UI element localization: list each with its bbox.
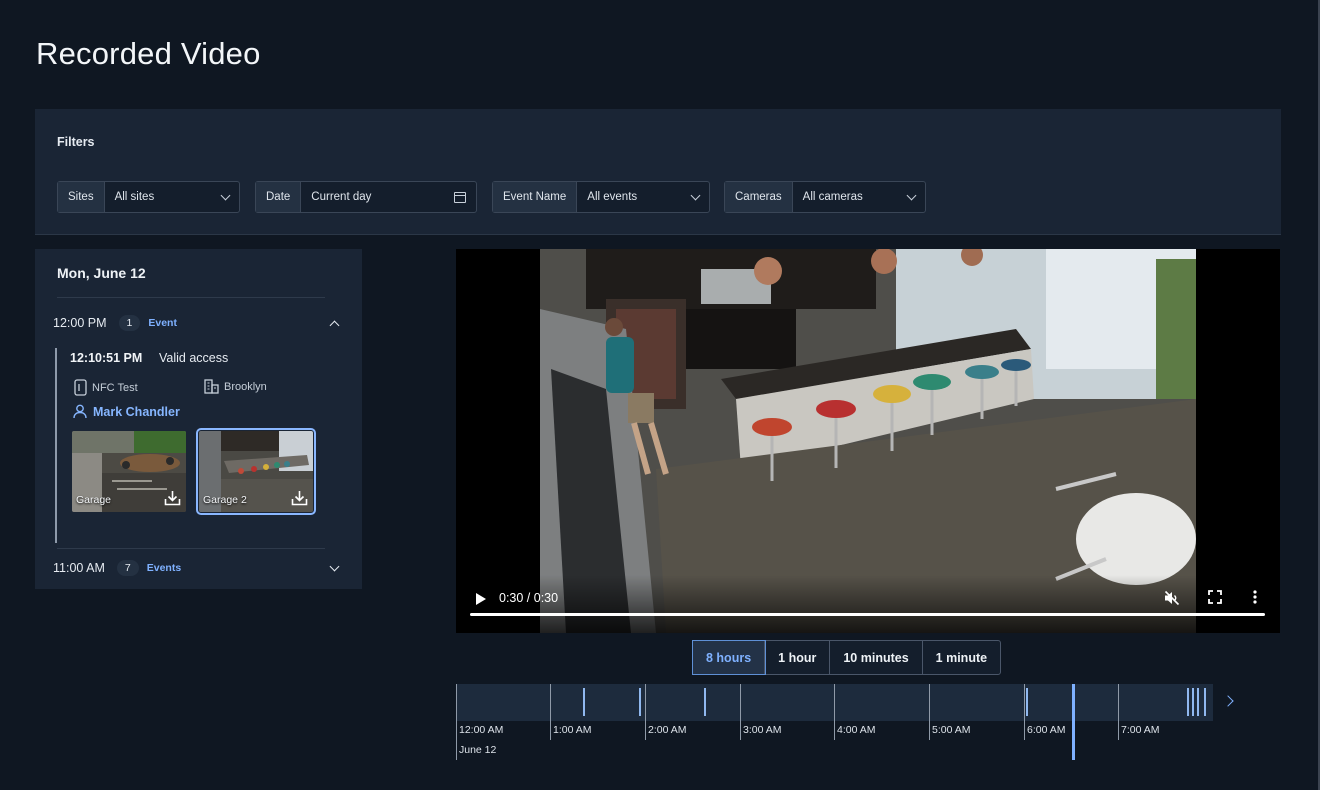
chevron-down-icon[interactable]	[329, 561, 340, 571]
event-device-label: NFC Test	[92, 381, 138, 394]
event-count-unit: Event	[148, 317, 177, 329]
play-icon[interactable]	[475, 592, 487, 606]
camera-thumbnail-label: Garage	[76, 494, 112, 506]
calendar-icon[interactable]	[454, 191, 466, 203]
timeline-tick-label: 5:00 AM	[932, 724, 971, 736]
sites-filter[interactable]: Sites All sites	[57, 181, 240, 213]
event-count-badge: 7	[116, 560, 139, 576]
timeline-playhead[interactable]	[1072, 684, 1075, 760]
muted-volume-icon[interactable]	[1164, 590, 1180, 606]
timeline-event-marker[interactable]	[1197, 688, 1199, 716]
zoom-8-hours-button[interactable]: 8 hours	[691, 640, 767, 675]
event-time: 12:10:51 PM	[70, 351, 143, 365]
event-count-badge: 1	[118, 315, 141, 331]
event-person-name: Mark Chandler	[93, 404, 180, 419]
timeline-date-label: June 12	[459, 744, 497, 756]
events-panel: Mon, June 12 12:00 PM 1 Event 12:10:51 P…	[35, 249, 362, 589]
zoom-1-hour-button[interactable]: 1 hour	[765, 641, 831, 674]
date-filter-label: Date	[256, 182, 302, 212]
timeline-event-marker[interactable]	[583, 688, 585, 716]
camera-thumbnail-garage-2[interactable]: Garage 2	[196, 428, 316, 515]
nfc-reader-icon	[74, 379, 87, 396]
hour-group-time: 11:00 AM	[53, 561, 105, 575]
timeline-tick	[550, 684, 551, 740]
timeline-zoom-selector: 8 hours 1 hour 10 minutes 1 minute	[691, 640, 1002, 675]
cameras-select[interactable]: All cameras	[793, 182, 925, 212]
more-options-icon[interactable]	[1253, 590, 1257, 604]
hour-group-header[interactable]: 12:00 PM 1 Event	[53, 313, 340, 333]
cameras-filter[interactable]: Cameras All cameras	[724, 181, 926, 213]
cameras-filter-label: Cameras	[725, 182, 793, 212]
video-progress-bar[interactable]	[470, 613, 1265, 616]
event-name-filter[interactable]: Event Name All events	[492, 181, 710, 213]
video-time: 0:30 / 0:30	[499, 591, 559, 605]
divider	[57, 548, 325, 549]
timeline[interactable]: 12:00 AM 1:00 AM 2:00 AM 3:00 AM 4:00 AM…	[456, 684, 1213, 760]
chevron-down-icon	[220, 190, 231, 200]
timeline-tick-label: 2:00 AM	[648, 724, 687, 736]
cameras-select-value: All cameras	[802, 191, 863, 203]
chevron-down-icon	[690, 190, 701, 200]
divider	[57, 297, 325, 298]
zoom-10-minutes-button[interactable]: 10 minutes	[830, 641, 923, 674]
timeline-event-marker[interactable]	[1187, 688, 1189, 716]
hour-group-time: 12:00 PM	[53, 316, 107, 330]
date-picker-value: Current day	[311, 191, 372, 203]
filters-panel: Filters Sites All sites Date Current day…	[35, 109, 1281, 235]
timeline-tick-label: 3:00 AM	[743, 724, 782, 736]
timeline-tick	[645, 684, 646, 740]
page-title: Recorded Video	[36, 36, 261, 71]
event-name-select-value: All events	[587, 191, 638, 203]
timeline-tick-label: 1:00 AM	[553, 724, 592, 736]
timeline-tick	[1024, 684, 1025, 740]
timeline-tick	[834, 684, 835, 740]
date-filter[interactable]: Date Current day	[255, 181, 477, 213]
chevron-down-icon	[906, 190, 917, 200]
video-player[interactable]: 0:30 / 0:30	[456, 249, 1280, 633]
timeline-tick	[456, 684, 457, 760]
event-site-label: Brooklyn	[224, 380, 267, 393]
date-picker[interactable]: Current day	[301, 182, 476, 212]
event-name-filter-label: Event Name	[493, 182, 578, 212]
event-device: NFC Test	[74, 379, 138, 396]
timeline-tick-label: 7:00 AM	[1121, 724, 1160, 736]
event-person-link[interactable]: Mark Chandler	[73, 404, 180, 419]
event-site: Brooklyn	[204, 379, 267, 394]
filters-title: Filters	[57, 135, 95, 149]
timeline-tick-label: 6:00 AM	[1027, 724, 1066, 736]
video-controls: 0:30 / 0:30	[456, 575, 1280, 633]
day-heading: Mon, June 12	[57, 265, 146, 281]
download-icon[interactable]	[291, 490, 308, 506]
camera-thumbnail-garage[interactable]: Garage	[72, 431, 186, 512]
timeline-tick-label: 12:00 AM	[459, 724, 504, 736]
timeline-tick-label: 4:00 AM	[837, 724, 876, 736]
camera-thumbnail-label: Garage 2	[203, 494, 247, 506]
timeline-event-marker[interactable]	[639, 688, 641, 716]
zoom-1-minute-button[interactable]: 1 minute	[923, 641, 1000, 674]
building-icon	[204, 379, 219, 394]
hour-group-header[interactable]: 11:00 AM 7 Events	[53, 558, 340, 578]
timeline-event-marker[interactable]	[1192, 688, 1194, 716]
sites-select[interactable]: All sites	[105, 182, 239, 212]
chevron-up-icon[interactable]	[329, 320, 340, 330]
sites-select-value: All sites	[114, 191, 155, 203]
event-name-select[interactable]: All events	[577, 182, 709, 212]
download-icon[interactable]	[164, 490, 181, 506]
timeline-tick	[1118, 684, 1119, 740]
timeline-event-marker[interactable]	[704, 688, 706, 716]
timeline-event-marker[interactable]	[1204, 688, 1206, 716]
event-name: Valid access	[159, 351, 229, 365]
event-count-unit: Events	[146, 562, 182, 574]
timeline-event-marker[interactable]	[1026, 688, 1028, 716]
fullscreen-icon[interactable]	[1208, 590, 1222, 604]
sites-filter-label: Sites	[58, 182, 105, 212]
user-icon	[73, 404, 87, 419]
chevron-right-icon[interactable]	[1222, 695, 1234, 707]
timeline-tick	[740, 684, 741, 740]
timeline-tick	[929, 684, 930, 740]
event-timeline-line	[55, 348, 57, 543]
